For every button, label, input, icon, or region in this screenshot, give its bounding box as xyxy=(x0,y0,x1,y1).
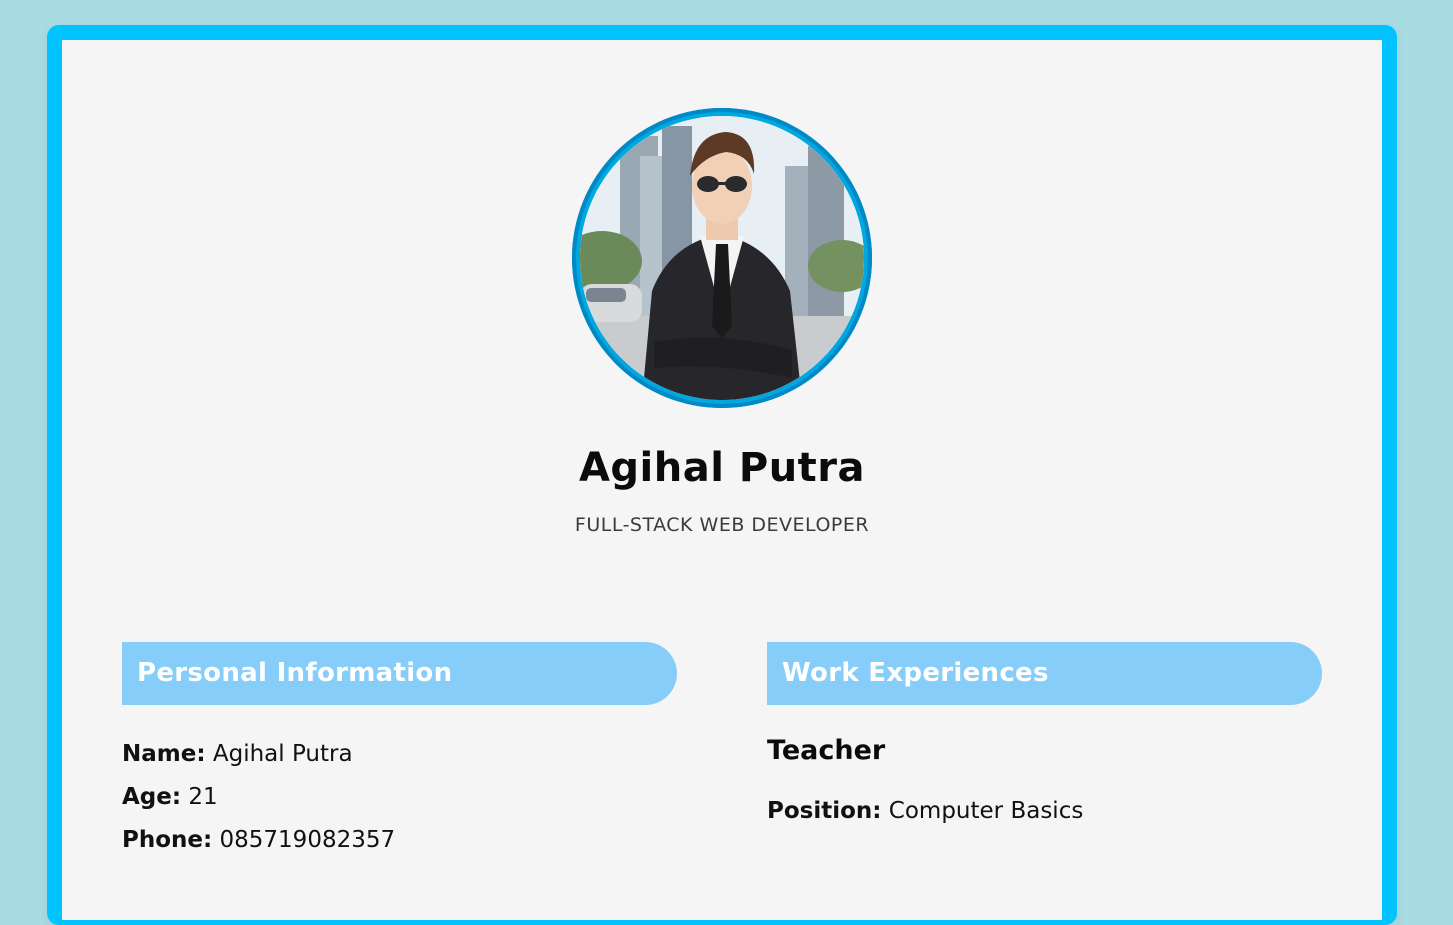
info-age-value: 21 xyxy=(188,784,218,810)
info-phone-label: Phone: xyxy=(122,827,213,853)
info-age-label: Age: xyxy=(122,784,182,810)
info-phone-row: Phone: 085719082357 xyxy=(122,827,395,853)
job-position-value: Computer Basics xyxy=(888,798,1084,824)
avatar-ring xyxy=(572,108,872,408)
page-frame: Agihal Putra FULL-STACK WEB DEVELOPER Pe… xyxy=(47,25,1397,925)
work-experiences-header: Work Experiences xyxy=(767,642,1322,705)
avatar xyxy=(580,116,864,400)
info-name-row: Name: Agihal Putra xyxy=(122,741,353,767)
info-age-row: Age: 21 xyxy=(122,784,218,810)
personal-information-header: Personal Information xyxy=(122,642,677,705)
profile-photo-icon xyxy=(580,116,864,400)
job-title: Teacher xyxy=(767,735,886,766)
job-position-label: Position: xyxy=(767,798,882,824)
profile-card: Agihal Putra FULL-STACK WEB DEVELOPER Pe… xyxy=(62,40,1382,920)
info-name-value: Agihal Putra xyxy=(212,741,353,767)
job-position-row: Position: Computer Basics xyxy=(767,798,1083,824)
info-name-label: Name: xyxy=(122,741,206,767)
profile-name: Agihal Putra xyxy=(578,445,866,491)
profile-role: FULL-STACK WEB DEVELOPER xyxy=(574,514,870,536)
info-phone-value: 085719082357 xyxy=(219,827,396,853)
